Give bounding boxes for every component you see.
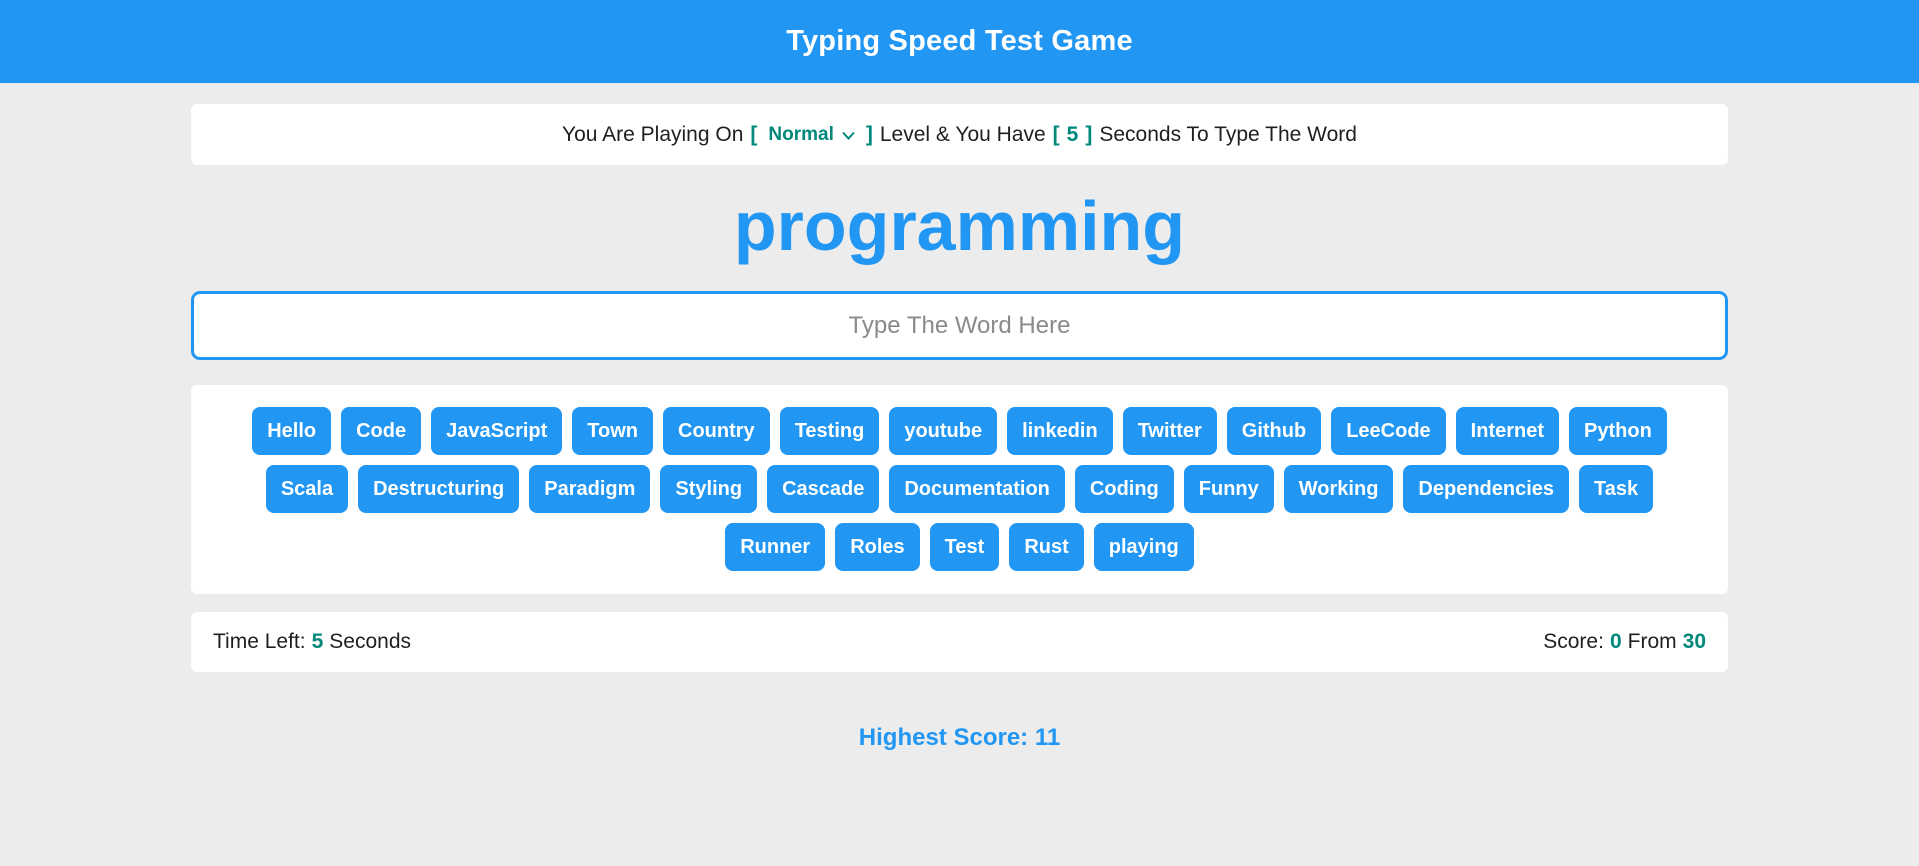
word-chip: Task — [1579, 465, 1654, 513]
word-chip: Runner — [725, 523, 826, 571]
bracket-open: [ — [750, 122, 758, 146]
word-chip: linkedin — [1007, 407, 1113, 455]
score-label: Score: — [1543, 630, 1604, 653]
word-chip: Test — [929, 523, 1000, 571]
score-value: 0 — [1609, 630, 1622, 653]
word-chip: Internet — [1455, 407, 1560, 455]
word-chip: Roles — [835, 523, 920, 571]
word-chip: Country — [663, 407, 770, 455]
current-word: programming — [733, 187, 1186, 265]
score-total: 30 — [1682, 630, 1706, 653]
word-chip: Destructuring — [358, 465, 520, 513]
word-chip: JavaScript — [431, 407, 563, 455]
word-chip: Working — [1283, 465, 1394, 513]
upcoming-words-list: Hello Code JavaScript Town Country Testing you… — [191, 385, 1728, 594]
word-chip: Scala — [265, 465, 349, 513]
highest-score-value: 11 — [1034, 724, 1061, 751]
score: Score: 0 From 30 — [1543, 630, 1706, 654]
bracket-close: ] — [865, 122, 873, 146]
level-text-before: You Are Playing On — [562, 122, 744, 146]
word-chip: LeeCode — [1331, 407, 1446, 455]
main-container: You Are Playing On [ Normal ] Level & Yo… — [191, 104, 1728, 752]
level-select-value: Normal — [768, 123, 834, 145]
word-chip: Coding — [1074, 465, 1174, 513]
word-chip: Python — [1569, 407, 1667, 455]
highest-score: Highest Score: 11 — [191, 724, 1728, 752]
level-text-middle: Level & You Have — [879, 122, 1046, 146]
time-left-value: 5 — [311, 630, 324, 653]
bracket-close-2: ] — [1085, 122, 1093, 146]
word-chip: Dependencies — [1403, 465, 1570, 513]
word-chip: Styling — [660, 465, 758, 513]
level-info-bar: You Are Playing On [ Normal ] Level & Yo… — [191, 104, 1728, 165]
highest-score-label: Highest Score: — [858, 724, 1029, 751]
bracket-open-2: [ — [1052, 122, 1060, 146]
word-chip: Town — [572, 407, 654, 455]
word-chip: youtube — [889, 407, 998, 455]
page-title: Typing Speed Test Game — [786, 25, 1133, 57]
status-bar: Time Left: 5 Seconds Score: 0 From 30 — [191, 612, 1728, 672]
score-from: From — [1627, 630, 1677, 653]
seconds-value: 5 — [1066, 122, 1079, 146]
word-chip: Documentation — [889, 465, 1065, 513]
word-chip: Funny — [1183, 465, 1274, 513]
level-text-after: Seconds To Type The Word — [1099, 122, 1357, 146]
word-chip: Rust — [1009, 523, 1084, 571]
chevron-down-icon — [842, 124, 855, 146]
time-left-unit: Seconds — [329, 630, 412, 653]
word-chip: Hello — [252, 407, 332, 455]
word-chip: Twitter — [1122, 407, 1217, 455]
word-input[interactable] — [191, 291, 1728, 360]
word-chip: playing — [1093, 523, 1194, 571]
word-chip: Github — [1226, 407, 1322, 455]
time-left-label: Time Left: — [213, 630, 306, 653]
word-chip: Paradigm — [529, 465, 651, 513]
time-left: Time Left: 5 Seconds — [213, 630, 411, 654]
word-chip: Testing — [779, 407, 880, 455]
level-select[interactable]: Normal — [764, 124, 858, 146]
word-chip: Cascade — [767, 465, 880, 513]
word-chip: Code — [341, 407, 422, 455]
app-header: Typing Speed Test Game — [0, 0, 1919, 83]
